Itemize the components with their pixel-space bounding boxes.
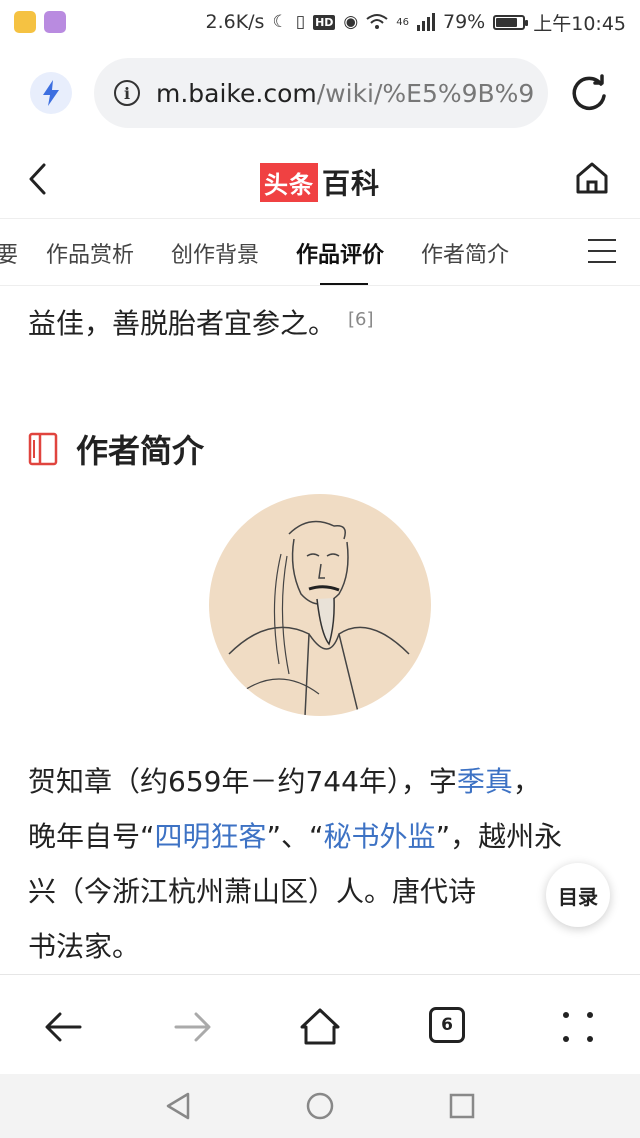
menu-icon[interactable]: [588, 239, 616, 263]
bio-text: 书法家。: [28, 930, 141, 963]
vibrate-icon: ▯: [295, 12, 306, 32]
table-of-contents-button[interactable]: 目录: [546, 863, 610, 927]
author-portrait[interactable]: [209, 494, 431, 716]
link-mishu-waijian[interactable]: 秘书外监: [324, 820, 436, 853]
status-bar: 2.6K/s ☾ ▯ HD ◉ 46 79% 上午10:45: [0, 0, 640, 44]
section-title: 作者简介: [76, 432, 205, 470]
system-recents-icon[interactable]: [446, 1090, 478, 1122]
bio-paragraph: 贺知章（约659年－约744年），字季真， 晚年自号“四明狂客”、“秘书外监”，…: [28, 754, 628, 974]
portrait-sketch: [228, 520, 410, 716]
bio-text: 贺知章（约659年－约744年），字: [28, 765, 457, 798]
tab-summary[interactable]: 要: [0, 237, 18, 269]
system-nav-bar: [0, 1074, 640, 1138]
bio-text: ，: [512, 765, 541, 798]
weibo-icon: [14, 11, 36, 33]
tab-background[interactable]: 创作背景: [171, 237, 259, 269]
net-speed: 2.6K/s: [205, 11, 265, 33]
paragraph-text: 益佳，善脱胎者宜参之。 [6]: [28, 302, 374, 342]
address-bar[interactable]: i m.baike.com/wiki/%E5%9B%9: [94, 58, 548, 128]
back-arrow-icon[interactable]: [22, 162, 56, 196]
article-content: 益佳，善脱胎者宜参之。[6] 作者简介 贺知章（约659年－约744年），字季: [0, 286, 640, 974]
bio-text: ”、“: [266, 820, 324, 853]
bolt-icon: [43, 80, 59, 106]
link-siming-kuangke[interactable]: 四明狂客: [155, 820, 267, 853]
link-jizhen[interactable]: 季真: [457, 765, 513, 798]
forward-nav-icon[interactable]: [170, 1005, 214, 1049]
bio-text: 兴（今浙江杭州萧山区）人。唐代诗: [28, 875, 477, 908]
section-heading: 作者简介: [28, 426, 204, 472]
section-tabs: 要 作品赏析 创作背景 作品评价 作者简介: [0, 218, 640, 286]
site-header: 头条 百科: [0, 142, 640, 218]
tab-author[interactable]: 作者简介: [421, 237, 509, 269]
back-nav-icon[interactable]: [42, 1005, 86, 1049]
url-path: /wiki/%E5%9B%9: [316, 78, 535, 108]
bio-line: 兴（今浙江杭州萧山区）人。唐代诗: [28, 864, 628, 919]
wifi-icon: [366, 14, 388, 29]
book-icon: [28, 432, 58, 466]
bio-text: ”，越州永: [435, 820, 563, 853]
tab-count-button[interactable]: 6: [429, 1007, 465, 1043]
home-nav-icon[interactable]: [298, 1005, 342, 1049]
baike-logo[interactable]: 头条 百科: [260, 162, 380, 202]
system-back-icon[interactable]: [162, 1090, 194, 1122]
logo-part1: 头条: [260, 162, 318, 202]
paragraph-body: 益佳，善脱胎者宜参之。: [28, 307, 337, 340]
logo-part2: 百科: [322, 167, 381, 200]
info-icon[interactable]: i: [114, 80, 140, 106]
moon-icon: ☾: [272, 12, 288, 32]
home-icon[interactable]: [574, 160, 610, 196]
url-host: m.baike.com: [156, 78, 317, 108]
clock: 上午10:45: [533, 12, 626, 35]
more-icon[interactable]: [556, 1005, 600, 1049]
tab-evaluation[interactable]: 作品评价: [296, 237, 384, 269]
bolt-button[interactable]: [30, 72, 72, 114]
signal-label: 46: [396, 16, 409, 28]
reference-mark[interactable]: [6]: [348, 309, 374, 330]
reload-icon[interactable]: [568, 72, 610, 114]
system-home-icon[interactable]: [304, 1090, 336, 1122]
battery-icon: [493, 14, 529, 30]
bio-text: 晚年自号“: [28, 820, 155, 853]
tab-appreciation[interactable]: 作品赏析: [46, 237, 134, 269]
bio-line: 晚年自号“四明狂客”、“秘书外监”，越州永: [28, 809, 628, 864]
battery-percent: 79%: [443, 11, 486, 33]
url-bar-row: i m.baike.com/wiki/%E5%9B%9: [0, 52, 640, 136]
bio-line: 贺知章（约659年－约744年），字季真，: [28, 754, 628, 809]
bio-line: 书法家。: [28, 919, 628, 974]
browser-bottom-nav: 6: [0, 974, 640, 1075]
signal-icon: [417, 13, 435, 31]
hd-icon: HD: [313, 14, 336, 30]
app-icon: [44, 11, 66, 33]
eye-icon: ◉: [343, 12, 359, 32]
